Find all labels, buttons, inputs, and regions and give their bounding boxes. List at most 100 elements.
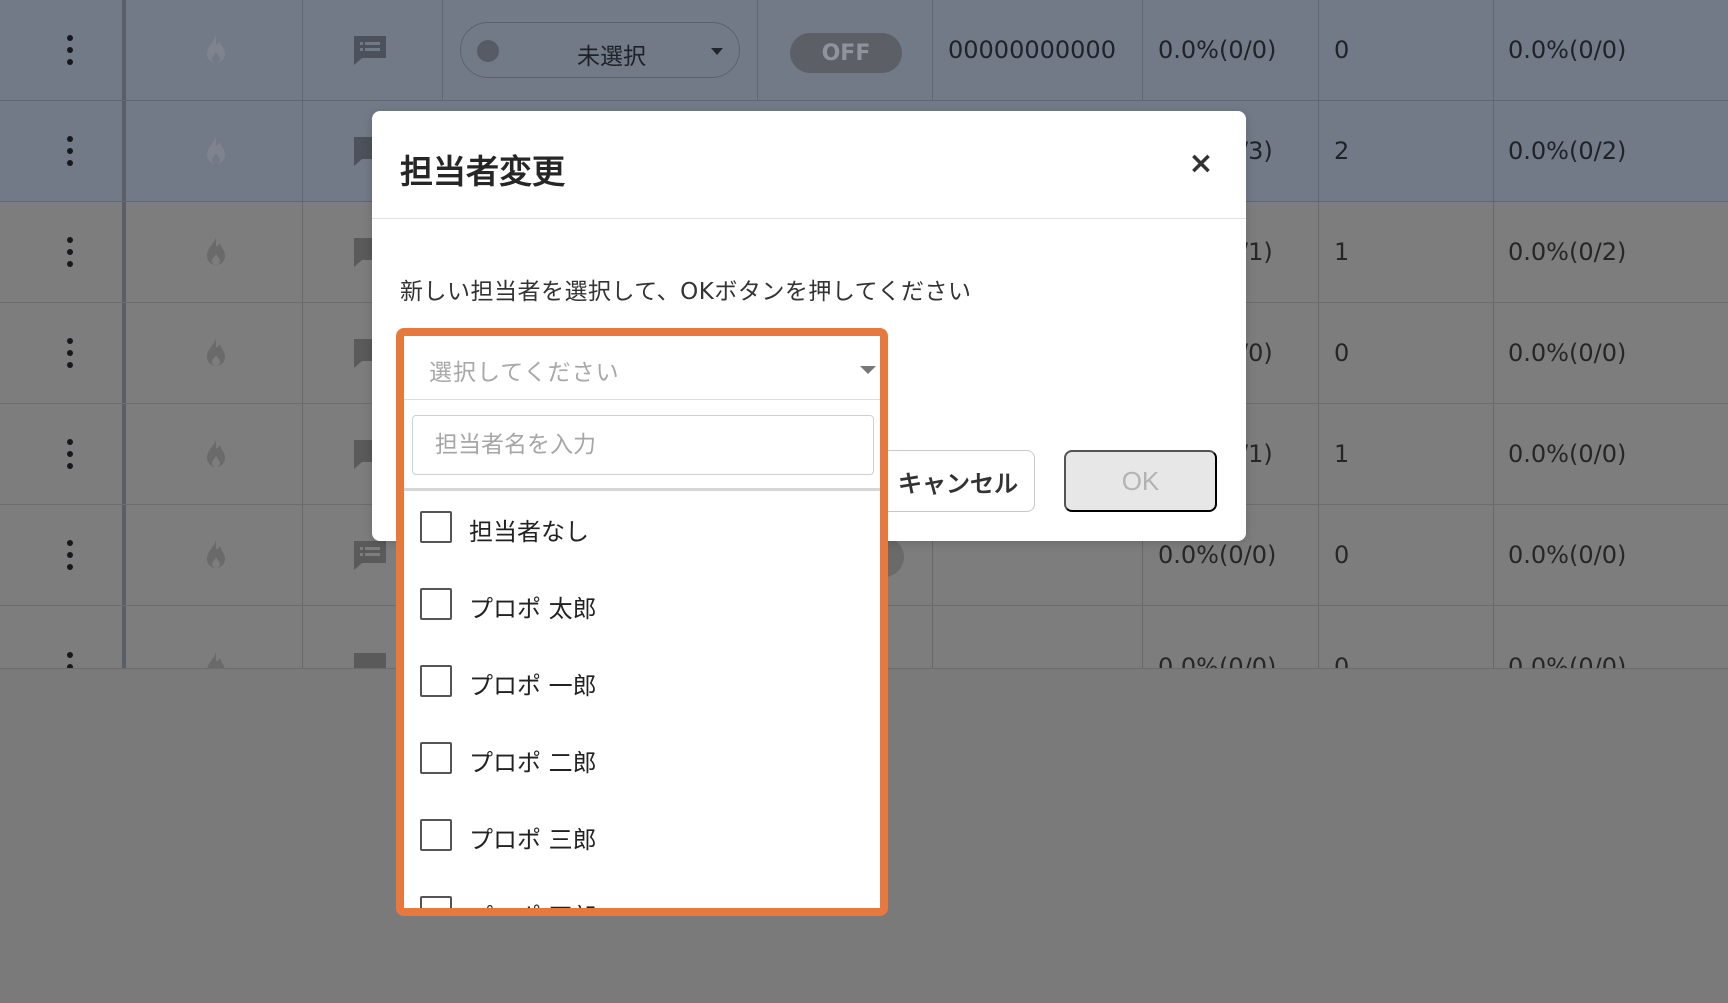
- column-divider: [122, 0, 126, 100]
- owner-select[interactable]: 未選択: [460, 22, 740, 78]
- owner-option-label: プロポ 四郎: [469, 897, 597, 908]
- ok-button[interactable]: OK: [1064, 450, 1217, 512]
- owner-select-placeholder: 選択してください: [429, 360, 620, 386]
- column-divider: [122, 606, 126, 668]
- status-toggle[interactable]: OFF: [790, 33, 902, 73]
- column-divider: [1318, 606, 1319, 668]
- column-divider: [122, 303, 126, 403]
- owner-select-trigger[interactable]: 選択してください: [404, 336, 880, 400]
- owner-dropdown: 選択してください 担当者なし プロポ 太郎 プロポ 一郎 プロポ 二郎 プロポ …: [396, 328, 888, 916]
- rate-cell: 0.0%(0/2): [1508, 137, 1627, 165]
- column-divider: [1493, 404, 1494, 504]
- column-divider: [1493, 505, 1494, 605]
- column-divider: [1493, 202, 1494, 302]
- checkbox[interactable]: [420, 665, 452, 697]
- flame-icon[interactable]: [196, 101, 236, 201]
- flame-icon[interactable]: [196, 505, 236, 605]
- owner-option[interactable]: 担当者なし: [404, 491, 880, 568]
- column-divider: [1318, 101, 1319, 201]
- column-divider: [302, 404, 303, 504]
- owner-search-input[interactable]: [412, 415, 874, 475]
- table-row[interactable]: 未選択 OFF 00000000000 0.0%(0/0) 0 0.0%(0/0…: [0, 0, 1728, 101]
- column-divider: [302, 101, 303, 201]
- owner-option[interactable]: プロポ 一郎: [404, 645, 880, 722]
- checkbox[interactable]: [420, 588, 452, 620]
- column-divider: [1318, 303, 1319, 403]
- count-cell: 1: [1334, 238, 1350, 266]
- owner-option[interactable]: プロポ 四郎: [404, 876, 880, 908]
- checkbox[interactable]: [420, 896, 452, 908]
- status-dot: [477, 40, 499, 62]
- owner-option-label: プロポ 一郎: [469, 672, 597, 700]
- owner-option-label: プロポ 三郎: [469, 826, 597, 854]
- rate-cell: 0.0%(0/0): [1508, 339, 1627, 367]
- owner-option-label: 担当者なし: [469, 518, 589, 546]
- phone-cell: 00000000000: [948, 36, 1116, 64]
- column-divider: [757, 0, 758, 100]
- checkbox[interactable]: [420, 742, 452, 774]
- row-menu-icon[interactable]: [55, 303, 85, 403]
- column-divider: [1493, 303, 1494, 403]
- chevron-down-icon: [711, 48, 723, 55]
- column-divider: [932, 606, 933, 668]
- row-menu-icon[interactable]: [55, 202, 85, 302]
- column-divider: [1142, 606, 1143, 668]
- column-divider: [442, 0, 443, 100]
- column-divider: [302, 202, 303, 302]
- count-cell: 0: [1334, 36, 1350, 64]
- owner-option-label: プロポ 太郎: [469, 595, 597, 623]
- owner-option-list: 担当者なし プロポ 太郎 プロポ 一郎 プロポ 二郎 プロポ 三郎 プロポ 四郎: [404, 491, 880, 908]
- row-menu-icon[interactable]: [55, 505, 85, 605]
- column-divider: [302, 303, 303, 403]
- column-divider: [1493, 0, 1494, 100]
- row-menu-icon[interactable]: [55, 101, 85, 201]
- chat-icon[interactable]: [350, 616, 390, 668]
- owner-option[interactable]: プロポ 二郎: [404, 722, 880, 799]
- count-cell: 2: [1334, 137, 1350, 165]
- column-divider: [1493, 101, 1494, 201]
- flame-icon[interactable]: [196, 404, 236, 504]
- column-divider: [1142, 0, 1143, 100]
- flame-icon[interactable]: [196, 303, 236, 403]
- owner-option[interactable]: プロポ 太郎: [404, 568, 880, 645]
- column-divider: [122, 505, 126, 605]
- row-menu-icon[interactable]: [55, 404, 85, 504]
- column-divider: [122, 202, 126, 302]
- column-divider: [1318, 202, 1319, 302]
- chevron-down-icon: [860, 366, 876, 374]
- flame-icon[interactable]: [196, 202, 236, 302]
- checkbox[interactable]: [420, 511, 452, 543]
- count-cell: 1: [1334, 440, 1350, 468]
- flame-icon[interactable]: [196, 0, 236, 100]
- column-divider: [1493, 606, 1494, 668]
- close-icon[interactable]: ×: [1186, 149, 1216, 179]
- column-divider: [1318, 404, 1319, 504]
- row-menu-icon[interactable]: [55, 616, 85, 668]
- dialog-title: 担当者変更: [400, 152, 565, 191]
- dialog-message: 新しい担当者を選択して、OKボタンを押してください: [400, 279, 972, 305]
- flame-icon[interactable]: [196, 616, 236, 668]
- column-divider: [932, 0, 933, 100]
- column-divider: [302, 505, 303, 605]
- rate-cell: 0.0%(0/0): [1158, 36, 1277, 64]
- row-menu-icon[interactable]: [55, 0, 85, 100]
- column-divider: [302, 0, 303, 100]
- count-cell: 0: [1334, 652, 1350, 669]
- column-divider: [1318, 505, 1319, 605]
- rate-cell: 0.0%(0/2): [1508, 238, 1627, 266]
- rate-cell: 0.0%(0/0): [1508, 652, 1627, 669]
- count-cell: 0: [1334, 541, 1350, 569]
- checkbox[interactable]: [420, 819, 452, 851]
- rate-cell: 0.0%(0/0): [1508, 36, 1627, 64]
- column-divider: [302, 606, 303, 668]
- count-cell: 0: [1334, 339, 1350, 367]
- rate-cell: 0.0%(0/0): [1158, 652, 1277, 669]
- chat-icon[interactable]: [350, 0, 390, 100]
- owner-option[interactable]: プロポ 三郎: [404, 799, 880, 876]
- column-divider: [1318, 0, 1319, 100]
- column-divider: [122, 101, 126, 201]
- owner-option-label: プロポ 二郎: [469, 749, 597, 777]
- rate-cell: 0.0%(0/0): [1508, 440, 1627, 468]
- rate-cell: 0.0%(0/0): [1508, 541, 1627, 569]
- column-divider: [122, 404, 126, 504]
